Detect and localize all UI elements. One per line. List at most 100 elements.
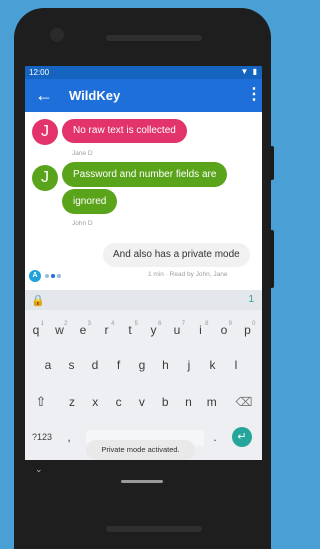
key-g[interactable]: g <box>132 355 152 375</box>
key-q[interactable]: q1 <box>26 320 46 340</box>
key-k[interactable]: k <box>203 355 223 375</box>
key-f[interactable]: f <box>109 355 129 375</box>
key-r[interactable]: r4 <box>97 320 117 340</box>
read-receipt: 1 min · Read by John, Jane <box>148 271 228 278</box>
key-hint: 5 <box>134 321 138 327</box>
key-t[interactable]: t5 <box>120 320 140 340</box>
my-message-bubble: And also has a private mode <box>103 243 250 267</box>
app-bar: ← WildKey ⋮ <box>25 79 262 112</box>
typing-dot <box>51 274 55 278</box>
message-text: ignored <box>73 196 107 207</box>
typing-dot <box>45 274 49 278</box>
key-label: u <box>173 323 181 337</box>
key-p[interactable]: p0 <box>238 320 258 340</box>
key-label: a <box>44 358 52 372</box>
key-h[interactable]: h <box>156 355 176 375</box>
message-sender: John D <box>72 220 93 227</box>
chat-area: J No raw text is collected Jane D J Pass… <box>25 112 262 290</box>
clock: 12:00 <box>29 68 50 77</box>
message-bubble: No raw text is collected <box>62 119 187 143</box>
volume-button <box>270 146 274 180</box>
key-o[interactable]: o9 <box>214 320 234 340</box>
key-s[interactable]: s <box>62 355 82 375</box>
avatar: J <box>32 119 58 145</box>
key-label: x <box>92 395 99 409</box>
key-label: o <box>220 323 228 337</box>
key-z[interactable]: z <box>62 392 82 412</box>
key-label: p <box>244 323 251 337</box>
key-label: i <box>199 323 202 337</box>
key-label: v <box>138 395 145 409</box>
key-label: t <box>128 323 132 337</box>
app-title: WildKey <box>69 88 121 103</box>
key-d[interactable]: d <box>85 355 105 375</box>
key-hint: 9 <box>228 321 232 327</box>
earpiece-speaker <box>106 35 202 41</box>
status-bar: 12:00 ▼ ▮ <box>25 66 262 79</box>
key-label: k <box>209 358 216 372</box>
key-label: d <box>91 358 99 372</box>
message-bubble: Password and number fields are <box>62 162 228 187</box>
key-hint: 1 <box>40 321 44 327</box>
backspace-key-icon[interactable]: ⌫ <box>234 392 254 412</box>
key-label: z <box>69 395 75 409</box>
key-hint: 3 <box>87 321 91 327</box>
key-label: f <box>116 358 121 372</box>
wifi-icon: ▼ <box>240 67 250 76</box>
key-hint: 7 <box>181 321 185 327</box>
message-sender: Jane D <box>72 150 93 157</box>
key-l[interactable]: l <box>226 355 246 375</box>
comma-key[interactable]: , <box>59 427 79 447</box>
lock-icon[interactable]: 🔒 <box>31 294 45 307</box>
battery-icon: ▮ <box>252 67 258 76</box>
key-e[interactable]: e3 <box>73 320 93 340</box>
period-key[interactable]: . <box>205 427 225 447</box>
toast-message: Private mode activated. <box>86 440 195 460</box>
key-hint: 4 <box>111 321 115 327</box>
key-label: g <box>138 358 146 372</box>
back-arrow-icon[interactable]: ← <box>33 84 55 106</box>
key-y[interactable]: y6 <box>144 320 164 340</box>
shift-key-icon[interactable]: ⇧ <box>31 392 51 412</box>
key-a[interactable]: a <box>38 355 58 375</box>
key-label: y <box>150 323 157 337</box>
key-b[interactable]: b <box>155 392 175 412</box>
key-x[interactable]: x <box>85 392 105 412</box>
key-label: w <box>55 323 64 337</box>
navigation-bar: ⌄ <box>25 460 262 494</box>
key-u[interactable]: u7 <box>167 320 187 340</box>
key-label: r <box>104 323 109 337</box>
chevron-down-icon[interactable]: ⌄ <box>35 464 43 475</box>
key-label: j <box>187 358 191 372</box>
power-button <box>270 230 274 288</box>
key-hint: 2 <box>64 321 68 327</box>
key-label: c <box>115 395 122 409</box>
key-v[interactable]: v <box>132 392 152 412</box>
key-n[interactable]: n <box>179 392 199 412</box>
typing-dot <box>57 274 61 278</box>
key-c[interactable]: c <box>109 392 129 412</box>
key-hint: 6 <box>158 321 162 327</box>
message-text: No raw text is collected <box>73 125 176 136</box>
key-label: h <box>162 358 169 372</box>
key-label: b <box>161 395 169 409</box>
key-i[interactable]: i8 <box>191 320 211 340</box>
avatar: J <box>32 165 58 191</box>
home-gesture-pill[interactable] <box>121 480 163 483</box>
overflow-menu-icon[interactable]: ⋮ <box>246 85 262 107</box>
suggestion[interactable]: 1 <box>248 294 254 305</box>
key-j[interactable]: j <box>179 355 199 375</box>
key-hint: 0 <box>252 321 256 327</box>
key-m[interactable]: m <box>202 392 222 412</box>
key-label: e <box>79 323 87 337</box>
key-hint: 8 <box>205 321 209 327</box>
camera <box>50 28 64 42</box>
key-w[interactable]: w2 <box>50 320 70 340</box>
enter-key-icon[interactable]: ↵ <box>232 427 252 447</box>
message-text: Password and number fields are <box>73 169 217 180</box>
typing-avatar: A <box>29 270 41 282</box>
key-label: l <box>234 358 238 372</box>
symbols-key[interactable]: ?123 <box>29 427 55 447</box>
status-icons: ▼ ▮ <box>240 67 258 76</box>
key-label: m <box>206 395 217 409</box>
